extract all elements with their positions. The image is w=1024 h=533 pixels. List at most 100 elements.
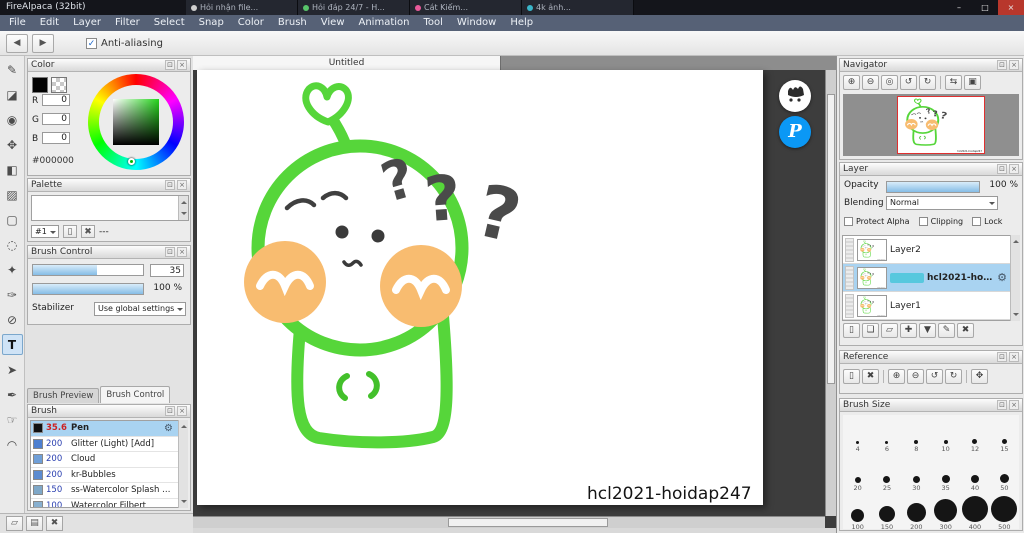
zoom-in-icon[interactable]: ⊕ [843, 75, 860, 90]
background-tab[interactable]: Hỏi nhận file... [186, 0, 298, 15]
float-panel-icon[interactable]: ⊡ [165, 60, 175, 70]
duplicate-layer-icon[interactable]: ❏ [862, 323, 879, 338]
background-tab[interactable]: Hỏi đáp 24/7 - H... [298, 0, 410, 15]
float-panel-icon[interactable]: ⊡ [997, 60, 1007, 70]
stabilizer-select[interactable]: Use global settings [94, 302, 186, 316]
layer-grip[interactable] [845, 265, 854, 290]
close-panel-icon[interactable]: × [177, 247, 187, 257]
add-color-icon[interactable]: ▯ [63, 225, 77, 238]
layer-list-scrollbar[interactable] [1010, 235, 1020, 321]
hand-tool[interactable]: ☞ [2, 409, 23, 430]
close-panel-icon[interactable]: × [1009, 60, 1019, 70]
rotate-cw-icon[interactable]: ↻ [945, 369, 962, 384]
palette-scrollbar[interactable] [178, 196, 188, 220]
scrollbar-thumb[interactable] [448, 518, 608, 527]
layer-settings-icon[interactable]: ⚙ [997, 271, 1007, 284]
dock-left-icon[interactable]: ◀ [6, 33, 28, 53]
color-wheel[interactable] [88, 74, 184, 170]
menu-filter[interactable]: Filter [108, 15, 147, 31]
maximize-button[interactable]: □ [972, 0, 998, 15]
menu-edit[interactable]: Edit [33, 15, 66, 31]
palette-preset-select[interactable]: #1 [31, 225, 59, 238]
brush-item[interactable]: 150 ss-Watercolor Splash [Add] [31, 483, 187, 499]
merge-down-icon[interactable]: ▼ [919, 323, 936, 338]
folder-icon[interactable]: ▱ [6, 516, 23, 531]
float-panel-icon[interactable]: ⊡ [997, 400, 1007, 410]
brush-size-option[interactable]: 25 [872, 454, 901, 493]
document-tab-untitled[interactable]: Untitled [193, 56, 501, 70]
close-button[interactable]: × [998, 0, 1024, 15]
brush-size-option[interactable]: 30 [902, 454, 931, 493]
minimize-button[interactable]: – [946, 0, 972, 15]
flip-icon[interactable]: ⇆ [945, 75, 962, 90]
float-panel-icon[interactable]: ⊡ [165, 180, 175, 190]
menu-layer[interactable]: Layer [66, 15, 108, 31]
move-icon[interactable]: ✥ [971, 369, 988, 384]
pixiv-icon[interactable]: P [779, 116, 811, 148]
menu-select[interactable]: Select [147, 15, 192, 31]
layer-grip[interactable] [845, 293, 854, 318]
reset-view-icon[interactable]: ▣ [964, 75, 981, 90]
text-tool[interactable]: T [1, 334, 23, 355]
airbrush-tool[interactable]: ◉ [2, 109, 23, 130]
brush-size-option[interactable]: 10 [931, 415, 960, 454]
red-field[interactable]: 0 [42, 94, 70, 106]
close-panel-icon[interactable]: × [1009, 400, 1019, 410]
rotate-cw-icon[interactable]: ↻ [919, 75, 936, 90]
navigator-viewport[interactable] [843, 94, 1019, 156]
pen-tool[interactable]: ✎ [2, 59, 23, 80]
rotate-ccw-icon[interactable]: ↺ [926, 369, 943, 384]
zoom-in-icon[interactable]: ⊕ [888, 369, 905, 384]
artwork[interactable] [197, 70, 763, 505]
eyedropper-tool[interactable]: ✒ [2, 384, 23, 405]
layer-row[interactable]: Layer2 [843, 236, 1019, 264]
brush-size-option[interactable]: 400 [960, 493, 989, 529]
brush-size-field[interactable]: 35 [150, 264, 184, 277]
menu-window[interactable]: Window [450, 15, 503, 31]
close-panel-icon[interactable]: × [1009, 352, 1019, 362]
move-tool[interactable]: ✥ [2, 134, 23, 155]
firealpaca-logo-icon[interactable] [779, 80, 811, 112]
layer-opacity-slider[interactable] [886, 181, 980, 193]
select-rect-tool[interactable]: ▢ [2, 209, 23, 230]
brush-size-option[interactable]: 35 [931, 454, 960, 493]
menu-color[interactable]: Color [231, 15, 271, 31]
float-panel-icon[interactable]: ⊡ [997, 164, 1007, 174]
menu-view[interactable]: View [314, 15, 352, 31]
brush-size-option[interactable]: 300 [931, 493, 960, 529]
clipping-checkbox[interactable] [918, 217, 928, 226]
new-layer-icon[interactable]: ▯ [843, 323, 860, 338]
float-panel-icon[interactable]: ⊡ [165, 247, 175, 257]
brush-size-slider[interactable] [32, 264, 144, 276]
eraser-tool[interactable]: ◪ [2, 84, 23, 105]
background-tab[interactable]: Cát Kiếm... [410, 0, 522, 15]
brush-item[interactable]: 200 Glitter (Light) [Add] [31, 437, 187, 452]
green-field[interactable]: 0 [42, 113, 70, 125]
layer-grip[interactable] [845, 237, 854, 262]
menu-file[interactable]: File [2, 15, 33, 31]
brush-item[interactable]: 200 kr-Bubbles [31, 468, 187, 483]
brush-size-option[interactable]: 8 [902, 415, 931, 454]
hue-marker[interactable] [128, 158, 135, 165]
gradient-tool[interactable]: ▨ [2, 184, 23, 205]
delete-reference-icon[interactable]: ✖ [862, 369, 879, 384]
palette-list[interactable] [31, 195, 189, 221]
close-panel-icon[interactable]: × [1009, 164, 1019, 174]
tab-brush-preview[interactable]: Brush Preview [27, 388, 100, 403]
rotate-ccw-icon[interactable]: ↺ [900, 75, 917, 90]
close-panel-icon[interactable]: × [177, 406, 187, 416]
brush-size-option[interactable]: 15 [990, 415, 1019, 454]
brush-opacity-slider[interactable] [32, 283, 144, 295]
lasso-tool[interactable]: ◌ [2, 234, 23, 255]
storage-icon[interactable]: ▤ [26, 516, 43, 531]
close-panel-icon[interactable]: × [177, 60, 187, 70]
brush-size-option[interactable]: 20 [843, 454, 872, 493]
canvas-vertical-scrollbar[interactable] [825, 70, 836, 516]
close-panel-icon[interactable]: × [177, 180, 187, 190]
layer-row[interactable]: Layer1 [843, 292, 1019, 320]
brush-settings-icon[interactable]: ⚙ [164, 423, 173, 434]
brush-item[interactable]: 200 Cloud [31, 452, 187, 468]
brush-list-scrollbar[interactable] [178, 420, 188, 508]
brush-size-option[interactable]: 50 [990, 454, 1019, 493]
menu-animation[interactable]: Animation [352, 15, 417, 31]
